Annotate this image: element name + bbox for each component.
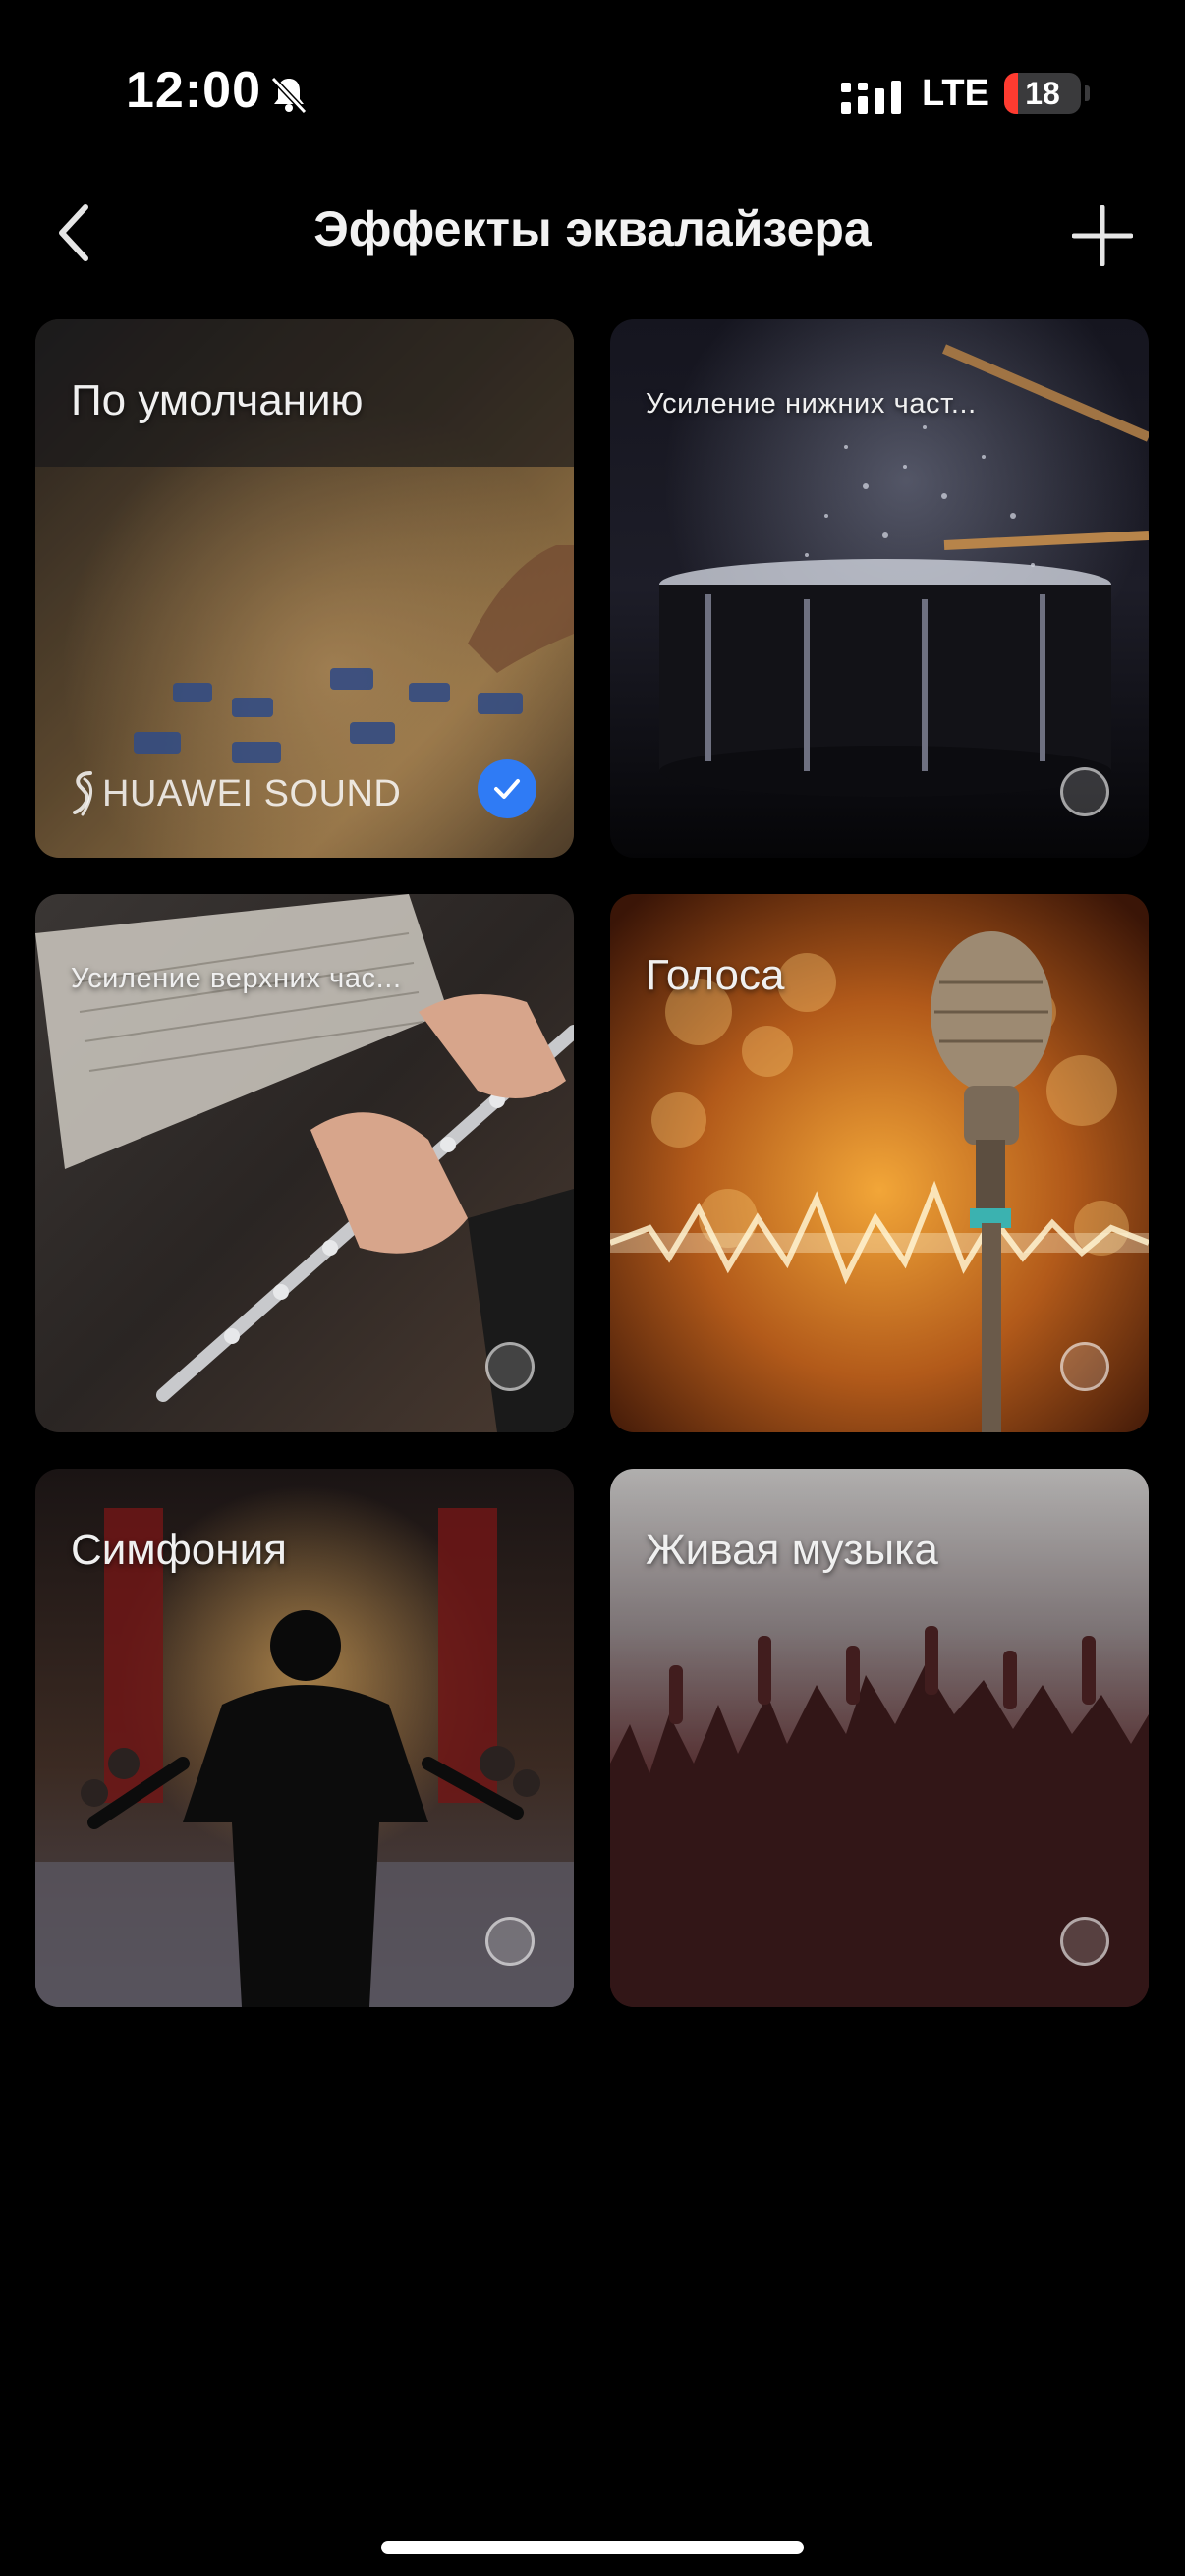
signal-icon <box>841 81 901 114</box>
battery-level: 18 <box>1025 76 1060 111</box>
equalizer-effects-screen: 12:00 LTE 18 Эффекты эквалайзера По умол… <box>0 0 1185 2576</box>
status-time: 12:00 <box>126 62 261 119</box>
preset-label: Живая музыка <box>646 1526 938 1574</box>
preset-radio-checked[interactable] <box>478 759 536 818</box>
preset-radio[interactable] <box>1060 767 1109 816</box>
preset-card-vocals[interactable]: Голоса <box>610 894 1149 1432</box>
network-type: LTE <box>922 73 989 114</box>
preset-label: Голоса <box>646 951 785 999</box>
preset-label: Симфония <box>71 1526 287 1574</box>
bell-slash-icon <box>270 76 308 115</box>
preset-card-bass-boost[interactable]: Усиление нижних част... <box>610 319 1149 858</box>
preset-radio[interactable] <box>1060 1917 1109 1966</box>
preset-label: Усиление нижних част... <box>646 388 977 420</box>
page-title: Эффекты эквалайзера <box>313 201 872 256</box>
huawei-sound-mark-icon <box>73 771 92 816</box>
battery-nub <box>1085 85 1090 101</box>
preset-card-treble-boost[interactable]: Усиление верхних час... <box>35 894 574 1432</box>
preset-card-symphony[interactable]: Симфония <box>35 1469 574 2007</box>
preset-label: Усиление верхних час... <box>71 963 402 994</box>
chevron-left-icon <box>59 204 88 261</box>
back-button[interactable] <box>39 189 108 277</box>
preset-radio[interactable] <box>1060 1342 1109 1391</box>
add-preset-button[interactable] <box>1063 196 1142 275</box>
preset-card-default[interactable]: По умолчанию HUAWEI SOUND <box>35 319 574 858</box>
huawei-sound-logo: HUAWEI SOUND <box>71 769 401 818</box>
home-indicator[interactable] <box>381 2541 804 2554</box>
preset-radio[interactable] <box>485 1917 535 1966</box>
checkmark-icon <box>494 779 520 799</box>
battery-indicator: 18 <box>1004 73 1081 114</box>
brand-text: HUAWEI SOUND <box>102 772 402 814</box>
preset-card-live-music[interactable]: Живая музыка <box>610 1469 1149 2007</box>
plus-icon <box>1072 205 1133 266</box>
preset-label: По умолчанию <box>71 376 364 424</box>
preset-radio[interactable] <box>485 1342 535 1391</box>
